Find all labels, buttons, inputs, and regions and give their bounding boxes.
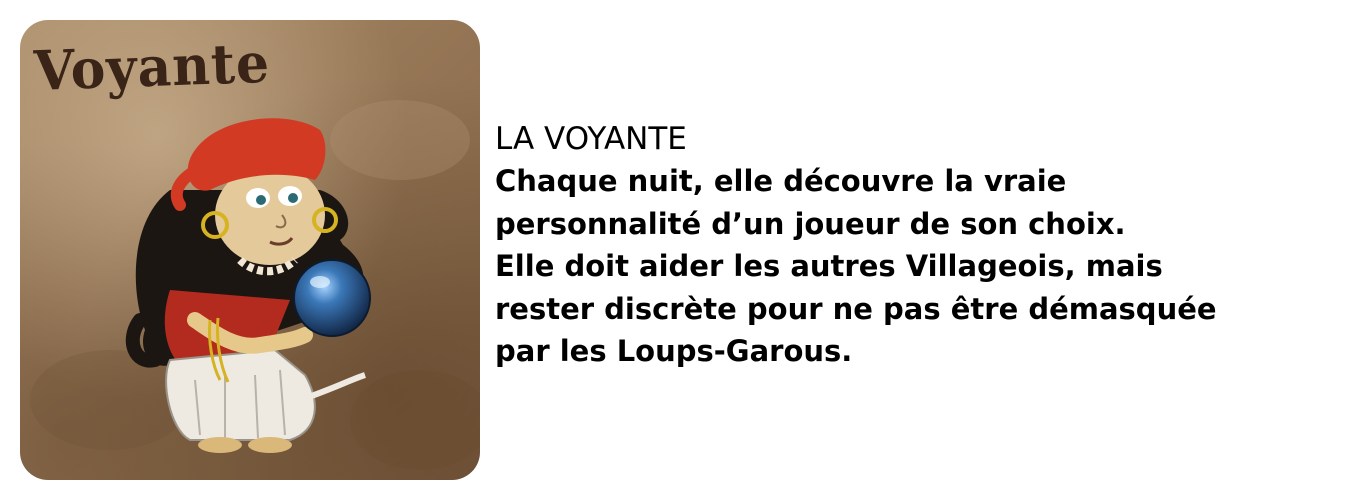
description-line: Elle doit aider les autres Villageois, m… xyxy=(495,249,1163,283)
page: Voyante LA VOYANTE Chaque nuit, elle déc… xyxy=(0,0,1347,500)
description-line: rester discrète pour ne pas être démasqu… xyxy=(495,291,1217,326)
description-line: personnalité d’un joueur de son choix. xyxy=(495,206,1126,241)
role-title: LA VOYANTE xyxy=(495,121,687,157)
description-line: par les Loups-Garous. xyxy=(495,334,853,368)
card-title: Voyante xyxy=(32,31,272,104)
role-description: LA VOYANTE Chaque nuit, elle découvre la… xyxy=(495,118,1335,373)
description-line: Chaque nuit, elle découvre la vraie xyxy=(495,164,1067,198)
role-card: Voyante xyxy=(20,20,480,480)
